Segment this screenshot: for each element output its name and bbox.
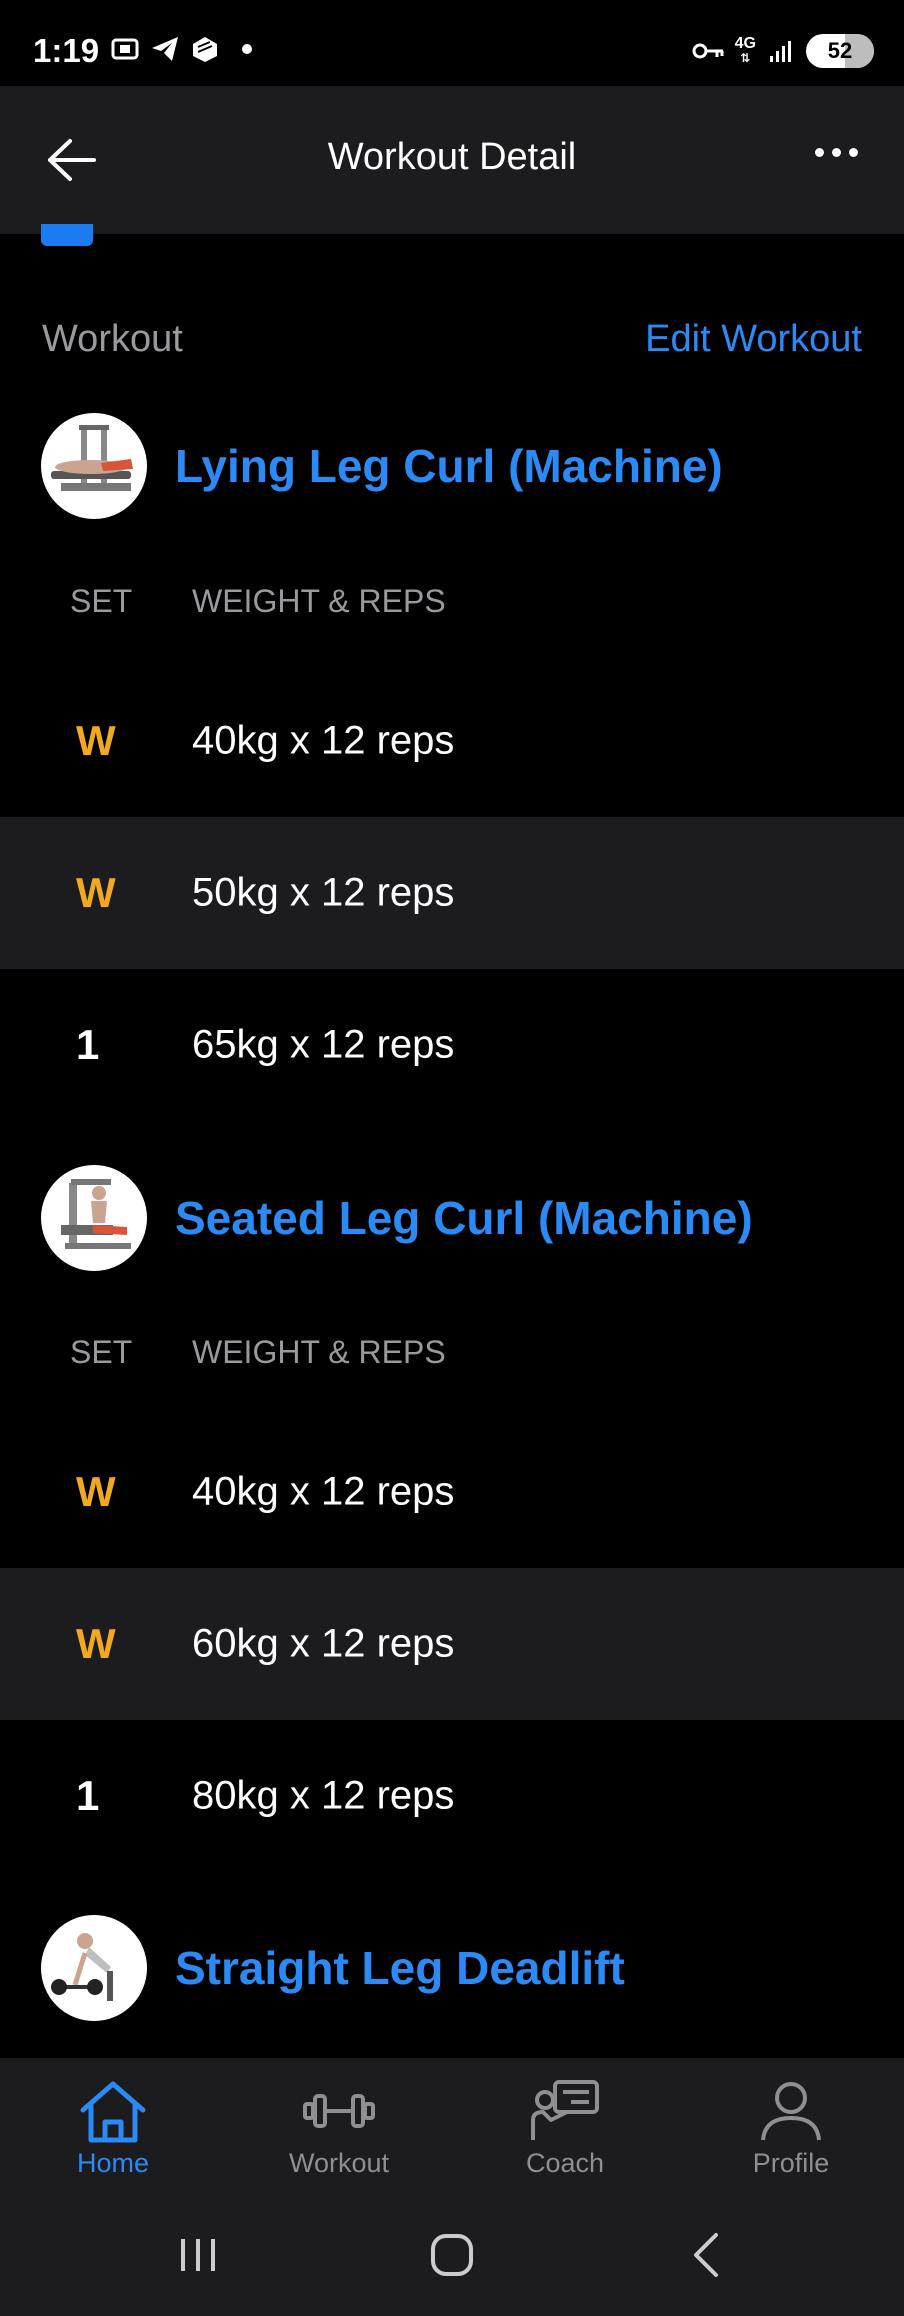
workout-section-header: Workout Edit Workout — [42, 318, 862, 361]
nav-profile[interactable]: Profile — [678, 2058, 904, 2194]
set-number: W — [76, 1468, 116, 1515]
system-back-button[interactable] — [668, 2194, 744, 2316]
exercise-thumbnail — [41, 1165, 147, 1271]
exercise-name[interactable]: Seated Leg Curl (Machine) — [175, 1191, 753, 1245]
network-type: 4G ⇅ — [734, 35, 756, 66]
home-system-icon — [431, 2234, 473, 2276]
weight-reps-column-header: WEIGHT & REPS — [192, 583, 446, 619]
status-bar: 1:19 4G ⇅ 52 — [0, 0, 904, 86]
status-system-icons: 4G ⇅ 52 — [691, 34, 874, 68]
set-column-headers: SET WEIGHT & REPS — [0, 583, 904, 633]
nav-workout[interactable]: Workout — [226, 2058, 452, 2194]
screenshot-icon — [111, 38, 139, 60]
set-weight-reps: 65kg x 12 reps — [192, 1022, 455, 1067]
system-navigation-bar — [0, 2194, 904, 2316]
checkbox-peek — [41, 224, 93, 246]
page-title: Workout Detail — [327, 136, 577, 178]
bottom-navigation: Home Workout Coach Profile — [0, 2058, 904, 2194]
exercise-header[interactable]: Seated Leg Curl (Machine) — [41, 1165, 753, 1271]
recents-icon — [181, 2239, 215, 2271]
coach-icon — [531, 2080, 599, 2140]
set-row: 1 65kg x 12 reps — [0, 969, 904, 1121]
set-weight-reps: 40kg x 12 reps — [192, 718, 455, 763]
battery-level: 52 — [827, 38, 853, 63]
exercise-name[interactable]: Lying Leg Curl (Machine) — [175, 439, 723, 493]
set-row: W 40kg x 12 reps — [0, 665, 904, 817]
home-system-button[interactable] — [412, 2194, 492, 2316]
dumbbell-icon — [303, 2094, 375, 2128]
more-options-icon[interactable] — [815, 148, 858, 157]
exercise-header[interactable]: Lying Leg Curl (Machine) — [41, 413, 723, 519]
nav-label-profile: Profile — [752, 2148, 830, 2178]
exercise-name[interactable]: Straight Leg Deadlift — [175, 1941, 625, 1995]
nav-label-home: Home — [76, 2148, 150, 2178]
status-time: 1:19 — [33, 32, 100, 69]
vpn-key-icon — [692, 43, 724, 59]
set-weight-reps: 60kg x 12 reps — [192, 1621, 455, 1666]
home-icon — [80, 2081, 146, 2143]
exercise-thumbnail — [41, 1915, 147, 2021]
set-row: 1 80kg x 12 reps — [0, 1720, 904, 1872]
section-label: Workout — [42, 318, 183, 360]
exercise-thumbnail — [41, 413, 147, 519]
nav-home[interactable]: Home — [0, 2058, 226, 2194]
recents-button[interactable] — [160, 2194, 236, 2316]
telegram-icon — [152, 37, 178, 61]
exercise-header[interactable]: Straight Leg Deadlift — [41, 1915, 625, 2021]
set-number: W — [76, 1620, 116, 1667]
nav-label-workout: Workout — [288, 2148, 390, 2178]
set-weight-reps: 80kg x 12 reps — [192, 1773, 455, 1818]
weight-reps-column-header: WEIGHT & REPS — [192, 1334, 446, 1370]
app-bar: Workout Detail — [0, 86, 904, 234]
set-column-header: SET — [70, 1334, 133, 1370]
edit-workout-link[interactable]: Edit Workout — [645, 318, 862, 361]
nav-label-coach: Coach — [525, 2148, 605, 2178]
set-row: W 60kg x 12 reps — [0, 1568, 904, 1720]
profile-icon — [761, 2082, 821, 2141]
set-column-header: SET — [70, 583, 133, 619]
nav-coach[interactable]: Coach — [452, 2058, 678, 2194]
app-notification-icon — [193, 37, 217, 62]
set-row: W 40kg x 12 reps — [0, 1416, 904, 1568]
set-column-headers: SET WEIGHT & REPS — [0, 1334, 904, 1384]
set-row: W 50kg x 12 reps — [0, 817, 904, 969]
set-weight-reps: 40kg x 12 reps — [192, 1469, 455, 1514]
signal-icon — [770, 41, 791, 62]
more-notifications-dot — [242, 44, 252, 54]
set-number: W — [76, 717, 116, 764]
set-number: 1 — [76, 1021, 100, 1068]
battery-indicator: 52 — [806, 34, 874, 68]
system-back-icon — [694, 2233, 718, 2277]
set-number: W — [76, 869, 116, 916]
set-weight-reps: 50kg x 12 reps — [192, 870, 455, 915]
set-number: 1 — [76, 1772, 100, 1819]
status-notification-icons — [110, 34, 252, 64]
